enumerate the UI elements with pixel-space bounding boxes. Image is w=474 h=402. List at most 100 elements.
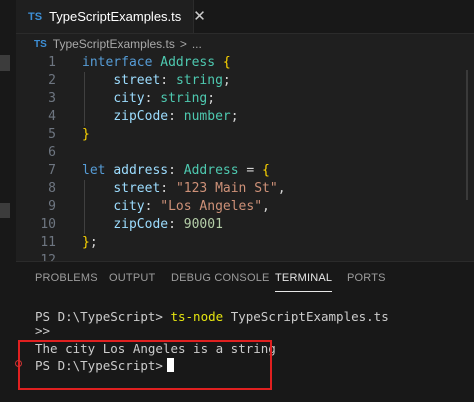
tab-label: TypeScriptExamples.ts (49, 9, 182, 24)
chevron-right-icon: > (179, 37, 187, 51)
code-token: : (160, 73, 176, 88)
editor-scrollbar[interactable] (466, 70, 468, 200)
tab-terminal[interactable]: TERMINAL (275, 262, 333, 295)
code-token: , (277, 181, 286, 196)
code-token: = (238, 163, 263, 178)
code-text: zipCode: number; (82, 108, 239, 126)
code-token: } (82, 127, 90, 142)
code-token: : (168, 163, 184, 178)
code-token: "Los Angeles" (160, 199, 263, 214)
code-token: ; (230, 109, 239, 124)
code-text: zipCode: 90001 (82, 216, 223, 234)
code-token: city (113, 199, 145, 214)
command-decoration-icon[interactable] (15, 360, 22, 367)
bottom-panel: PROBLEMS OUTPUT DEBUG CONSOLE TERMINAL P… (15, 261, 474, 402)
code-line: 7 let address: Address = { (16, 162, 474, 180)
code-line: 8 street: "123 Main St", (16, 180, 474, 198)
code-token: : (168, 109, 184, 124)
code-token: : (168, 217, 184, 232)
code-text: street: string; (82, 72, 231, 90)
editor-tab-typescriptexamples[interactable]: TS TypeScriptExamples.ts ✕ (16, 0, 206, 33)
line-number: 5 (48, 127, 56, 142)
code-token: street (113, 73, 161, 88)
code-line: 4 zipCode: number; (16, 108, 474, 126)
code-token: zipCode (113, 109, 169, 124)
terminal-continuation: >> (35, 323, 51, 338)
line-number: 4 (48, 109, 56, 124)
code-token: street (113, 181, 161, 196)
code-token: let (82, 163, 106, 178)
breadcrumb-file[interactable]: TypeScriptExamples.ts (53, 37, 175, 51)
breadcrumb-more[interactable]: ... (192, 37, 202, 51)
code-token: Address (183, 163, 239, 178)
code-text: city: "Los Angeles", (82, 198, 270, 216)
typescript-file-icon: TS (34, 38, 47, 50)
code-token: address (113, 163, 169, 178)
code-token: interface (82, 55, 153, 70)
close-icon[interactable]: ✕ (193, 9, 206, 24)
sidebar-indicator (0, 55, 10, 71)
breadcrumb: TS TypeScriptExamples.ts > ... (16, 34, 474, 54)
line-number: 2 (48, 73, 56, 88)
editor-tab-bar: TS TypeScriptExamples.ts ✕ (16, 0, 474, 34)
terminal-prompt: PS D:\TypeScript> (35, 309, 163, 324)
code-token: string (175, 73, 223, 88)
line-number: 3 (48, 91, 56, 106)
code-line: 3 city: string; (16, 90, 474, 108)
code-token: : (144, 91, 161, 106)
code-token: 90001 (183, 217, 223, 232)
code-token: : (160, 181, 176, 196)
sidebar-indicator (0, 203, 10, 218)
tab-output[interactable]: OUTPUT (109, 262, 155, 295)
code-line: 1 interface Address { (16, 54, 474, 72)
code-token: ; (207, 91, 216, 106)
terminal-command-line: PS D:\TypeScript> ts-node TypeScriptExam… (35, 308, 389, 325)
highlight-box (18, 340, 272, 390)
code-text: let address: Address = { (82, 162, 270, 180)
terminal-args: TypeScriptExamples.ts (230, 309, 389, 324)
code-line: 9 city: "Los Angeles", (16, 198, 474, 216)
code-token: ; (222, 73, 231, 88)
typescript-file-icon: TS (28, 10, 43, 23)
code-text: interface Address { (82, 54, 231, 72)
code-line: 6 (16, 144, 474, 162)
code-text: street: "123 Main St", (82, 180, 286, 198)
code-text: city: string; (82, 90, 215, 108)
code-token: city (113, 91, 145, 106)
code-text: }; (82, 234, 98, 252)
tab-problems[interactable]: PROBLEMS (35, 262, 98, 295)
line-number: 1 (48, 55, 56, 70)
code-line: 11}; (16, 234, 474, 252)
code-editor[interactable]: 1 interface Address {2 street: string; 3 c… (16, 54, 474, 268)
terminal-command: ts-node (170, 309, 224, 324)
code-line: 2 street: string; (16, 72, 474, 90)
code-token: { (222, 55, 231, 70)
code-token: Address (160, 55, 216, 70)
code-line: 10 zipCode: 90001 (16, 216, 474, 234)
line-number: 7 (48, 163, 56, 178)
code-token: : (144, 199, 161, 214)
code-token: number (183, 109, 231, 124)
tab-ports[interactable]: PORTS (347, 262, 386, 295)
terminal[interactable]: PS D:\TypeScript> ts-node TypeScriptExam… (15, 295, 474, 402)
code-text: } (82, 126, 90, 144)
line-number: 11 (40, 235, 56, 250)
code-token: string (160, 91, 208, 106)
code-token: , (262, 199, 270, 214)
line-number: 9 (48, 199, 56, 214)
activity-bar-edge (0, 0, 16, 402)
code-token: } (82, 235, 90, 250)
line-number: 6 (48, 145, 56, 160)
code-token: "123 Main St" (175, 181, 278, 196)
code-token: zipCode (113, 217, 169, 232)
code-line: 5} (16, 126, 474, 144)
code-token: ; (89, 235, 98, 250)
tab-debug-console[interactable]: DEBUG CONSOLE (171, 262, 270, 295)
line-number: 8 (48, 181, 56, 196)
